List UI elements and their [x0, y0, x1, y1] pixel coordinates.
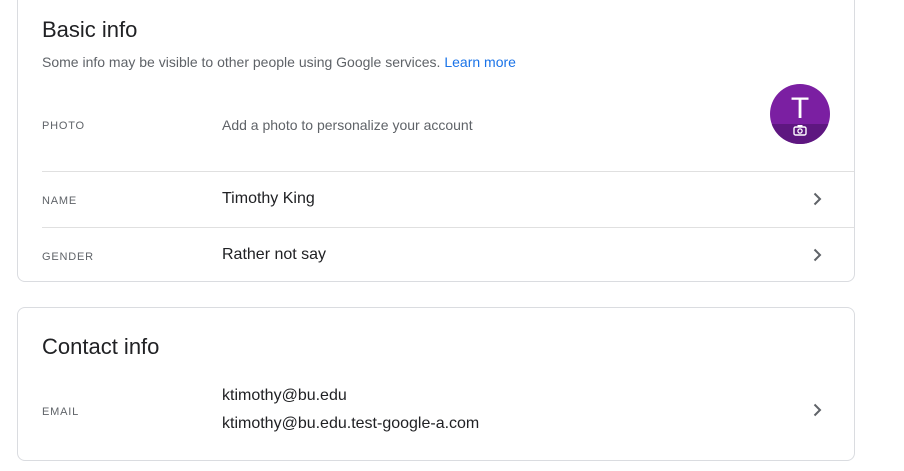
- basic-info-title: Basic info: [42, 17, 138, 42]
- photo-description: Add a photo to personalize your account: [222, 117, 473, 133]
- name-label: NAME: [42, 195, 77, 207]
- gender-value: Rather not say: [222, 246, 327, 263]
- email-primary: ktimothy@bu.edu: [222, 387, 347, 404]
- camera-icon: [793, 123, 807, 141]
- email-row[interactable]: EMAIL ktimothy@bu.edu ktimothy@bu.edu.te…: [42, 380, 854, 450]
- chevron-right-icon: [810, 248, 824, 262]
- learn-more-link[interactable]: Learn more: [444, 54, 516, 70]
- email-label: EMAIL: [42, 406, 80, 418]
- contact-info-card: Contact info EMAIL ktimothy@bu.edu ktimo…: [17, 307, 855, 461]
- email-alternate: ktimothy@bu.edu.test-google-a.com: [222, 415, 480, 432]
- avatar[interactable]: T: [770, 84, 830, 144]
- name-row[interactable]: NAME Timothy King: [42, 171, 854, 227]
- basic-info-subtitle: Some info may be visible to other people…: [42, 52, 516, 72]
- photo-row[interactable]: PHOTO Add a photo to personalize your ac…: [42, 79, 854, 171]
- avatar-letter: T: [790, 92, 810, 125]
- chevron-right-icon: [810, 403, 824, 417]
- name-value: Timothy King: [222, 190, 315, 207]
- gender-row[interactable]: GENDER Rather not say: [42, 227, 854, 283]
- contact-info-title: Contact info: [42, 334, 160, 359]
- gender-label: GENDER: [42, 251, 94, 263]
- basic-info-subtitle-text: Some info may be visible to other people…: [42, 54, 441, 70]
- basic-info-card: Basic info Some info may be visible to o…: [17, 0, 855, 282]
- photo-label: PHOTO: [42, 120, 85, 132]
- chevron-right-icon: [810, 192, 824, 206]
